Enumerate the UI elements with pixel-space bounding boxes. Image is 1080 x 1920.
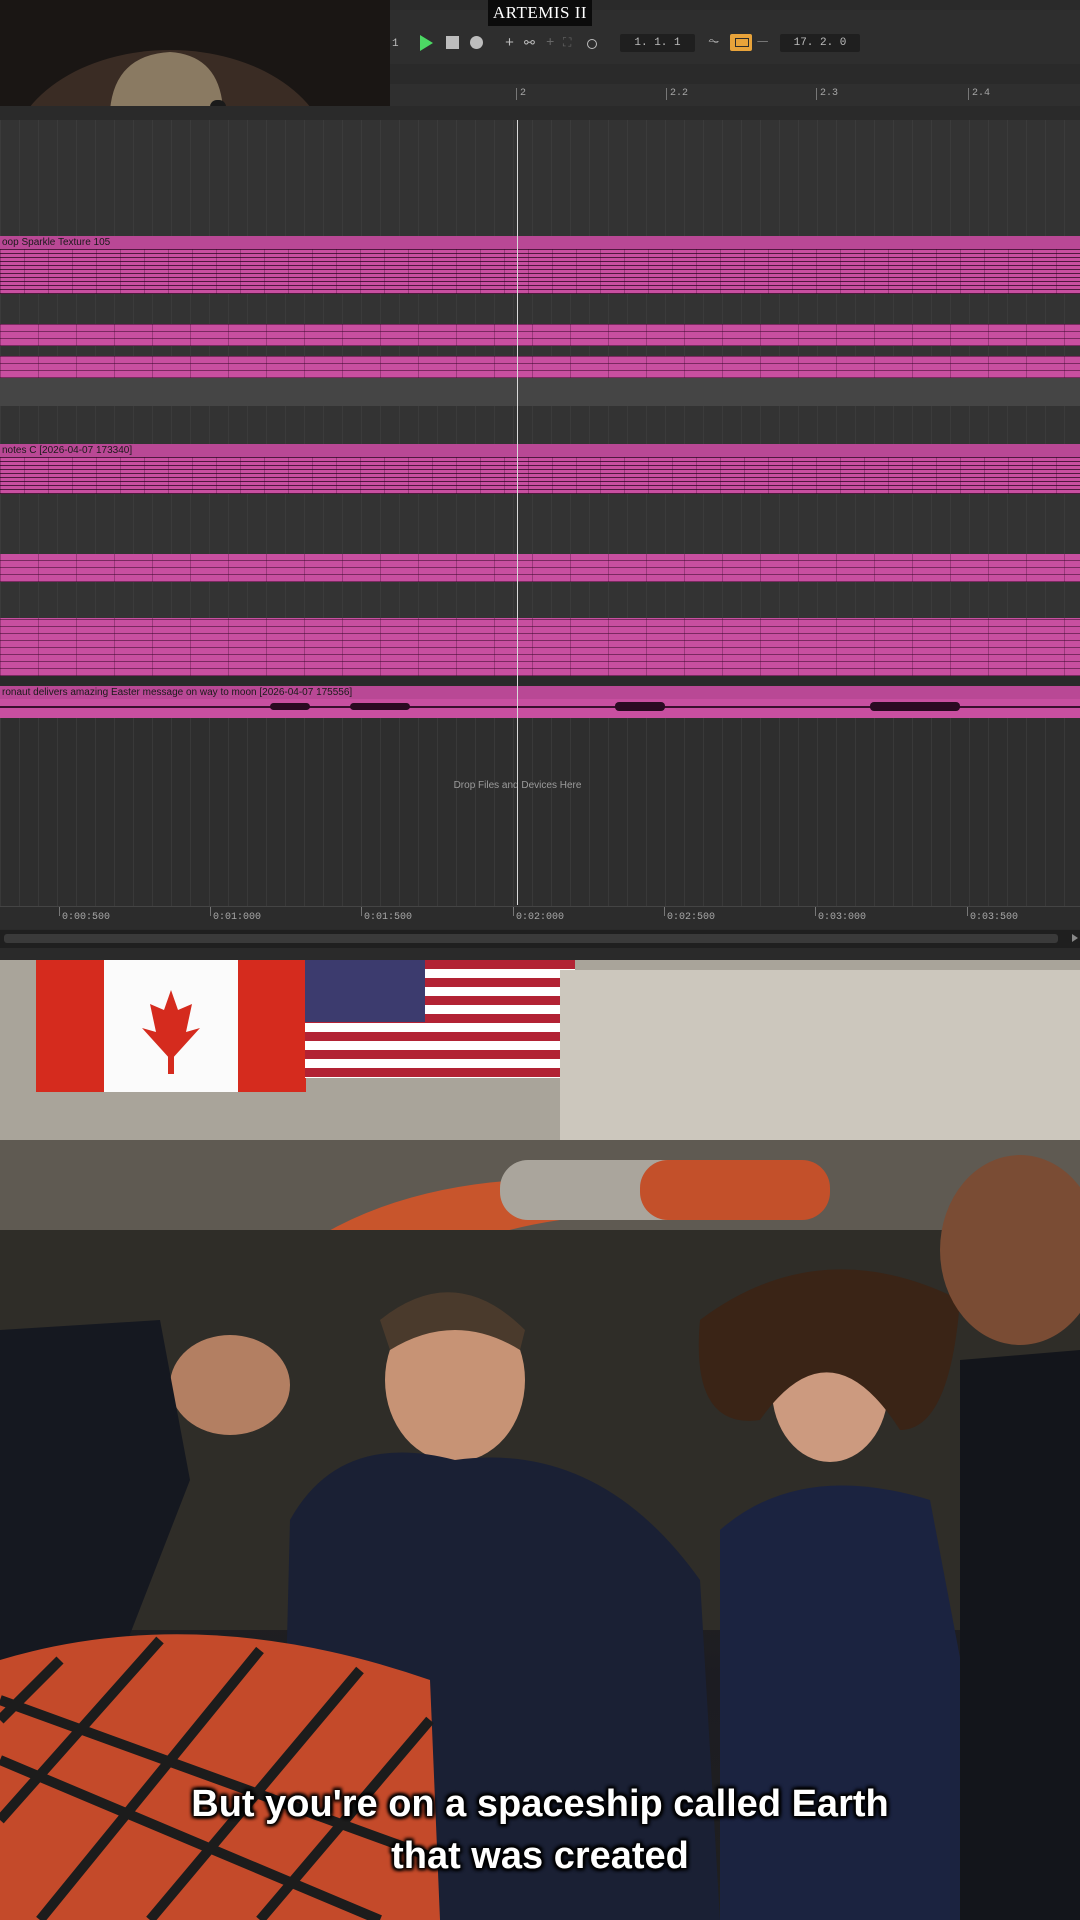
clip-sparkle-texture[interactable]: oop Sparkle Texture 105 <box>0 236 1080 294</box>
clip-title: notes C [2026-04-07 173340] <box>0 444 1080 457</box>
us-flag <box>305 960 575 1078</box>
time-mark: 0:02:000 <box>512 907 565 923</box>
ruler-mark: 2 <box>515 88 527 100</box>
add-icon[interactable]: + <box>505 35 514 52</box>
video-subtitle: But you're on a spaceship called Earth t… <box>0 1778 1080 1882</box>
track-lane[interactable] <box>0 494 1080 554</box>
clip-segment[interactable] <box>0 324 1080 346</box>
time-mark: 0:03:500 <box>966 907 1019 923</box>
playhead[interactable] <box>517 120 518 905</box>
play-icon[interactable] <box>420 35 433 51</box>
time-mark: 0:03:000 <box>814 907 867 923</box>
automation-icon[interactable]: ⚯ <box>524 36 535 51</box>
scroll-right-icon[interactable] <box>1072 934 1078 942</box>
clip-audio-easter-message[interactable]: ronaut delivers amazing Easter message o… <box>0 686 1080 718</box>
loop-length-display[interactable]: 17. 2. 0 <box>780 34 860 52</box>
scrollbar-thumb[interactable] <box>4 934 1058 943</box>
punch-in-icon[interactable]: ⏦ <box>708 34 719 50</box>
clip-title: oop Sparkle Texture 105 <box>0 236 1080 249</box>
ruler-mark: 2.4 <box>967 88 991 100</box>
position-display[interactable]: 1. 1. 1 <box>620 34 695 52</box>
time-mark: 0:01:000 <box>209 907 262 923</box>
time-mark: 0:00:500 <box>58 907 111 923</box>
ruler-mark: 2.3 <box>815 88 839 100</box>
capture-icon[interactable]: ⛶ <box>563 36 571 50</box>
track-lane[interactable] <box>0 120 1080 244</box>
canada-flag <box>36 960 306 1092</box>
track-lane[interactable] <box>0 378 1080 406</box>
midi-notes <box>0 457 1080 494</box>
midi-notes <box>0 249 1080 294</box>
horizontal-scrollbar[interactable] <box>0 930 1080 948</box>
news-video-frame <box>0 960 1080 1920</box>
time-ruler[interactable]: 0:00:500 0:01:000 0:01:500 0:02:000 0:02… <box>0 906 1080 929</box>
record-icon[interactable] <box>470 36 483 49</box>
subtitle-line-2: that was created <box>391 1835 689 1877</box>
video-title: ARTEMIS II <box>488 0 592 26</box>
beat-ruler[interactable]: 2 2.2 2.3 2.4 <box>390 84 1080 107</box>
track-lane[interactable] <box>0 294 1080 324</box>
clip-segment[interactable] <box>0 356 1080 378</box>
clip-segment[interactable] <box>0 618 1080 648</box>
astronauts-image <box>0 960 1080 1920</box>
drop-zone[interactable] <box>0 718 1080 908</box>
insert-icon[interactable]: + <box>546 35 554 51</box>
subtitle-line-1: But you're on a spaceship called Earth <box>191 1783 889 1825</box>
loop-circle-icon[interactable] <box>587 39 597 49</box>
track-number: 1 <box>392 38 399 50</box>
clip-notes-c[interactable]: notes C [2026-04-07 173340] <box>0 444 1080 494</box>
clip-title: ronaut delivers amazing Easter message o… <box>0 686 1080 699</box>
time-mark: 0:01:500 <box>360 907 413 923</box>
time-mark: 0:02:500 <box>663 907 716 923</box>
punch-out-icon[interactable]: ⏤ <box>757 34 768 50</box>
clip-segment[interactable] <box>0 554 1080 582</box>
stop-icon[interactable] <box>446 36 459 49</box>
ruler-mark: 2.2 <box>665 88 689 100</box>
loop-toggle-icon[interactable] <box>730 34 752 51</box>
clip-segment[interactable] <box>0 648 1080 676</box>
